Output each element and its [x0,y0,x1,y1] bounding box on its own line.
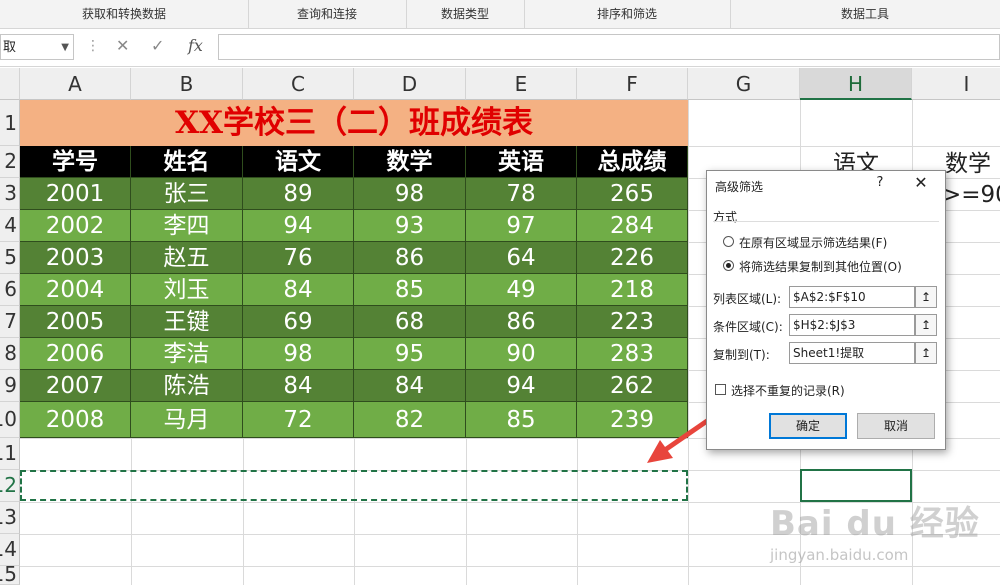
help-icon[interactable]: ? [873,175,887,190]
watermark-url: jingyan.baidu.com [770,546,909,564]
action-group-label: 方式 [713,210,738,224]
baidu-watermark: Bai du 经验 jingyan.baidu.com [770,478,1000,585]
dialog-title: 高级筛选 [715,180,764,194]
close-icon[interactable]: ✕ [911,173,931,192]
collapse-dialog-icon[interactable]: ↥ [915,342,937,364]
collapse-dialog-icon[interactable]: ↥ [915,314,937,336]
unique-records-checkbox[interactable] [715,384,726,395]
arrow-head [647,440,673,463]
watermark-logo: Bai du 经验 [770,504,980,544]
radio-copy-to-location-label[interactable]: 将筛选结果复制到其他位置(O) [739,258,902,275]
list-range-input[interactable]: $A$2:$F$10 [789,286,915,308]
ok-button[interactable]: 确定 [769,413,847,439]
group-divider [713,221,939,222]
radio-copy-to-location[interactable] [723,260,734,271]
radio-filter-in-place[interactable] [723,236,734,247]
cancel-button[interactable]: 取消 [857,413,935,439]
copy-to-label: 复制到(T): [713,348,770,362]
criteria-range-label: 条件区域(C): [713,320,783,334]
list-range-label: 列表区域(L): [713,292,782,306]
radio-filter-in-place-label[interactable]: 在原有区域显示筛选结果(F) [739,234,887,251]
unique-records-label[interactable]: 选择不重复的记录(R) [731,382,845,399]
collapse-dialog-icon[interactable]: ↥ [915,286,937,308]
advanced-filter-dialog: 高级筛选 ? ✕ 方式 在原有区域显示筛选结果(F) 将筛选结果复制到其他位置(… [706,170,946,450]
copy-to-input[interactable]: Sheet1!提取 [789,342,915,364]
criteria-range-input[interactable]: $H$2:$J$3 [789,314,915,336]
